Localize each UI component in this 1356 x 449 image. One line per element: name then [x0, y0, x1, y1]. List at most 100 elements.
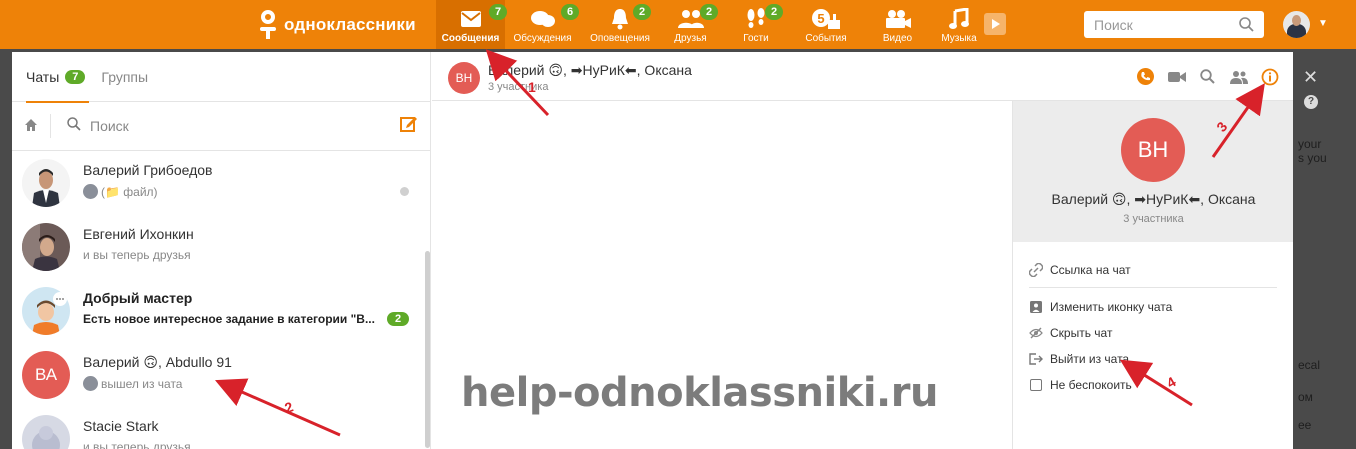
- chat-info-menu: Ссылка на чат Изменить иконку чата Скрыт…: [1029, 257, 1277, 398]
- chat-info-title: Валерий 🙃, ➡НуРиК⬅, Оксана: [1051, 191, 1256, 207]
- close-icon[interactable]: ✕: [1303, 67, 1318, 88]
- music-play-button[interactable]: [984, 0, 1010, 49]
- chat-preview-text: (📁 файл): [101, 184, 158, 199]
- eye-off-icon: [1029, 326, 1043, 340]
- background-text: s you: [1298, 151, 1327, 165]
- nav-badge: 2: [700, 4, 719, 20]
- video-camera-icon: [885, 10, 911, 28]
- chat-search-input[interactable]: Поиск: [90, 118, 129, 134]
- chat-preview: и вы теперь друзья: [83, 248, 191, 262]
- nav-label: Друзья: [674, 33, 707, 44]
- odnoklassniki-logo[interactable]: одноклассники: [258, 10, 416, 40]
- events-icon: 5: [812, 9, 840, 29]
- nav-label: События: [805, 33, 847, 44]
- avatar: ВА: [22, 351, 70, 399]
- chat-name: Валерий Грибоедов: [83, 162, 213, 178]
- chat-preview: (📁 файл): [83, 184, 158, 199]
- chat-list-item[interactable]: Валерий Грибоедов (📁 файл): [12, 151, 424, 215]
- top-search-placeholder: Поиск: [1094, 16, 1133, 33]
- tab-chats[interactable]: Чаты 7: [26, 52, 90, 103]
- chat-link-item[interactable]: Ссылка на чат: [1029, 257, 1277, 283]
- nav-events[interactable]: 5 События: [791, 0, 861, 49]
- nav-label: Музыка: [941, 33, 977, 44]
- tab-groups[interactable]: Группы: [101, 52, 148, 102]
- video-call-icon[interactable]: [1167, 67, 1186, 86]
- chat-tabs: Чаты 7 Группы: [12, 52, 430, 103]
- nav-label: Гости: [743, 33, 769, 44]
- nav-friends[interactable]: 2 Друзья: [660, 0, 721, 49]
- scrollbar[interactable]: [425, 251, 430, 448]
- nav-messages[interactable]: 7 Сообщения: [436, 0, 508, 49]
- music-icon: [949, 8, 969, 29]
- play-icon: [984, 13, 1006, 35]
- site-watermark: help-odnoklassniki.ru: [461, 370, 938, 416]
- chat-list-item[interactable]: Евгений Ихонкин и вы теперь друзья: [12, 215, 424, 279]
- chat-search-row: Поиск: [12, 102, 430, 151]
- nav-discussions[interactable]: 6 Обсуждения: [505, 0, 580, 49]
- chat-info-panel: ВН Валерий 🙃, ➡НуРиК⬅, Оксана 3 участник…: [1012, 101, 1293, 449]
- logo-text: одноклассники: [284, 15, 416, 34]
- nav-music[interactable]: Музыка: [934, 0, 984, 49]
- chat-list-panel: Чаты 7 Группы Поиск Валерий Грибоедов (📁…: [12, 52, 431, 449]
- search-icon[interactable]: [1198, 67, 1217, 86]
- chat-header-actions: [1136, 67, 1279, 86]
- nav-notifications[interactable]: 2 Оповещения: [580, 0, 660, 49]
- nav-badge: 2: [765, 4, 784, 20]
- chat-info-header: ВН Валерий 🙃, ➡НуРиК⬅, Оксана 3 участник…: [1013, 101, 1293, 242]
- link-icon: [1029, 263, 1043, 277]
- do-not-disturb-item[interactable]: Не беспокоить: [1029, 372, 1277, 398]
- divider: [50, 114, 51, 138]
- background-text: your: [1298, 137, 1322, 151]
- change-icon-item[interactable]: Изменить иконку чата: [1029, 294, 1277, 320]
- nav-badge: 2: [633, 4, 652, 20]
- chat-name: Валерий 🙃, Abdullo 91: [83, 354, 232, 370]
- svg-text:5: 5: [817, 11, 824, 26]
- main-nav: 7 Сообщения 6 Обсуждения 2 Оповещения 2 …: [436, 0, 1010, 49]
- dnd-checkbox[interactable]: [1030, 379, 1042, 391]
- chat-list: Валерий Грибоедов (📁 файл) Евгений Ихонк…: [12, 151, 430, 449]
- chat-info-participants[interactable]: 3 участника: [1013, 213, 1294, 225]
- hide-chat-item[interactable]: Скрыть чат: [1029, 320, 1277, 346]
- menu-label: Ссылка на чат: [1050, 263, 1131, 277]
- top-navigation-bar: одноклассники 7 Сообщения 6 Обсуждения 2…: [0, 0, 1356, 49]
- footprints-icon: [747, 8, 765, 28]
- background-text: ecal: [1298, 358, 1321, 372]
- unread-count-badge: 2: [387, 312, 410, 326]
- participants-icon[interactable]: [1229, 67, 1248, 86]
- top-search-input[interactable]: Поиск: [1084, 11, 1264, 38]
- nav-label: Обсуждения: [513, 33, 572, 44]
- search-icon: [67, 117, 81, 131]
- chat-list-item[interactable]: Stacie Stark и вы теперь друзья: [12, 407, 424, 449]
- chat-name: Stacie Stark: [83, 418, 159, 434]
- nav-video[interactable]: Видео: [861, 0, 934, 49]
- avatar: [22, 223, 70, 271]
- ok-logo-icon: [258, 10, 278, 40]
- user-avatar[interactable]: [1283, 11, 1310, 38]
- chevron-down-icon[interactable]: ▼: [1318, 18, 1328, 29]
- chat-list-item[interactable]: ВА Валерий 🙃, Abdullo 91 вышел из чата: [12, 343, 424, 407]
- chat-name: Добрый мастер: [83, 290, 193, 306]
- chat-preview: и вы теперь друзья: [83, 440, 191, 449]
- bell-icon: [612, 9, 628, 30]
- search-icon: [1239, 17, 1254, 32]
- discussion-icon: [530, 11, 555, 27]
- compose-icon[interactable]: [400, 115, 418, 133]
- chat-title[interactable]: Валерий 🙃, ➡НуРиК⬅, Оксана: [488, 62, 692, 79]
- leave-chat-item[interactable]: Выйти из чата: [1029, 346, 1277, 372]
- menu-label: Изменить иконку чата: [1050, 300, 1173, 314]
- menu-label: Не беспокоить: [1050, 378, 1132, 392]
- nav-label: Сообщения: [441, 33, 500, 44]
- envelope-icon: [460, 11, 481, 27]
- chat-list-item[interactable]: Добрый мастер Есть новое интересное зада…: [12, 279, 424, 343]
- status-dot: [400, 187, 409, 196]
- home-icon[interactable]: [24, 118, 38, 132]
- help-icon[interactable]: ?: [1304, 95, 1318, 109]
- background-text: ee: [1298, 418, 1312, 432]
- nav-guests[interactable]: 2 Гости: [721, 0, 791, 49]
- info-icon[interactable]: [1260, 67, 1279, 86]
- chat-avatar[interactable]: ВН: [448, 62, 480, 94]
- phone-icon[interactable]: [1136, 67, 1155, 86]
- background-text: ом: [1298, 390, 1313, 404]
- chat-header: ВН Валерий 🙃, ➡НуРиК⬅, Оксана 3 участник…: [432, 52, 1293, 101]
- tab-badge: 7: [65, 70, 86, 84]
